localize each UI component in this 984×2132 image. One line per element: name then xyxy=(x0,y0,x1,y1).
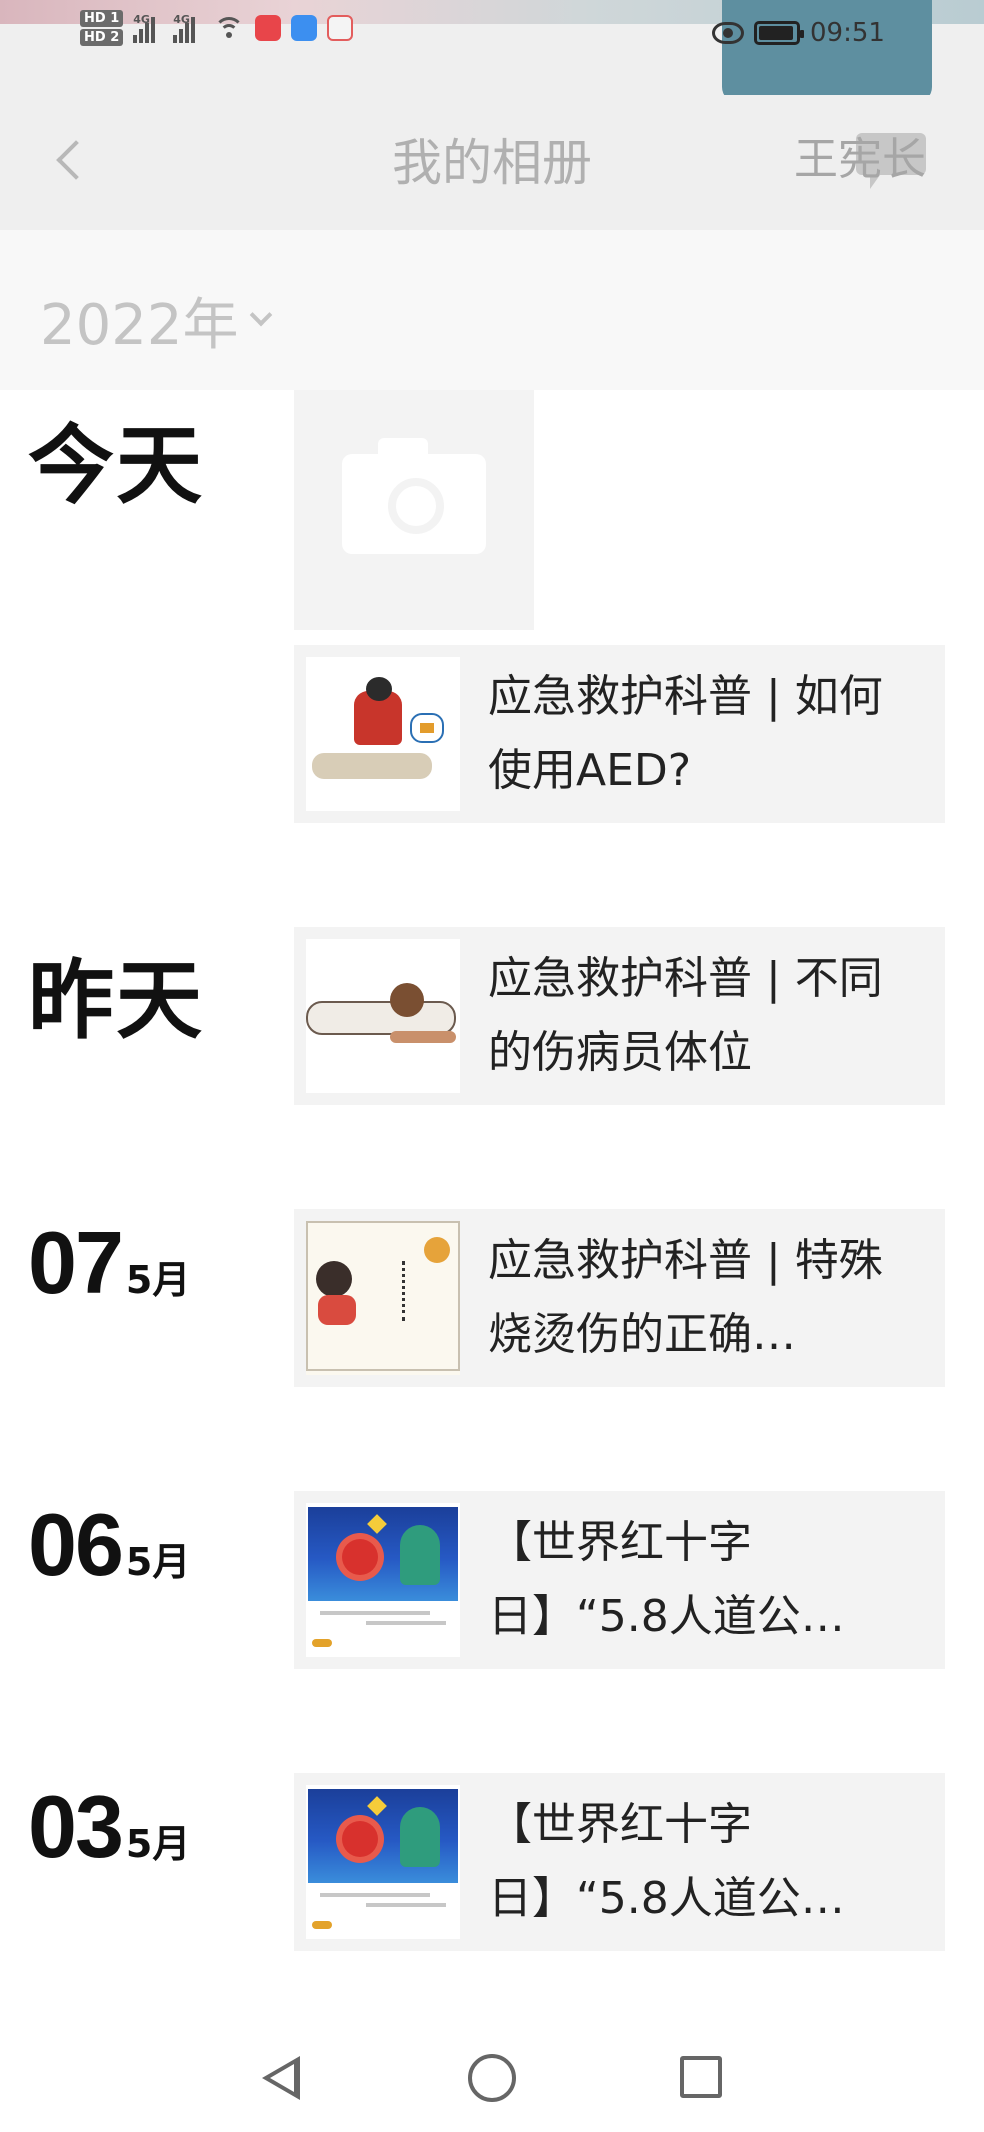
signal-icon: 4G xyxy=(173,13,203,43)
eye-icon xyxy=(712,22,744,44)
date-word: 今天 xyxy=(28,416,204,516)
date-day: 03 xyxy=(28,1777,124,1876)
date-group-0503: 03 5月 xyxy=(28,1776,190,1878)
article-title: 【世界红十字日】“5.8人道公… xyxy=(488,1799,845,1924)
nav-header: 我的相册 王宪长 xyxy=(0,95,984,230)
article-title: 应急救护科普 | 特殊烧烫伤的正确… xyxy=(488,1235,883,1360)
article-card[interactable]: 【世界红十字日】“5.8人道公… xyxy=(294,1773,945,1951)
nav-recent-icon[interactable] xyxy=(680,2056,722,2098)
hd-indicators: HD 1 HD 2 xyxy=(80,10,124,46)
camera-icon xyxy=(342,438,486,554)
year-filter-bar: 2022年 xyxy=(0,230,984,390)
date-day: 07 xyxy=(28,1213,124,1312)
app-notification-icon xyxy=(255,15,282,41)
article-thumbnail xyxy=(306,939,460,1093)
system-navigation-bar xyxy=(0,2020,984,2132)
date-month: 5月 xyxy=(125,1822,191,1866)
owner-name[interactable]: 王宪长 xyxy=(794,123,926,187)
date-group-0506: 06 5月 xyxy=(28,1494,190,1596)
album-screen: HD 1 HD 2 4G 4G 09:51 我的相册 王宪长 2022年 今天 … xyxy=(0,0,984,2132)
date-group-0507: 07 5月 xyxy=(28,1212,190,1314)
hd1-badge: HD 1 xyxy=(80,10,124,27)
status-widget-background xyxy=(722,0,932,103)
article-card[interactable]: 应急救护科普 | 特殊烧烫伤的正确… xyxy=(294,1209,945,1387)
article-thumbnail xyxy=(306,1503,460,1657)
year-label: 2022年 xyxy=(40,293,239,358)
nav-home-icon[interactable] xyxy=(468,2054,516,2102)
article-thumbnail xyxy=(306,1221,460,1375)
camera-upload-tile[interactable] xyxy=(294,390,534,630)
article-card[interactable]: 应急救护科普 | 不同的伤病员体位 xyxy=(294,927,945,1105)
network-type-1: 4G xyxy=(133,13,150,26)
date-month: 5月 xyxy=(125,1540,191,1584)
hd2-badge: HD 2 xyxy=(80,29,124,46)
nav-back-icon[interactable] xyxy=(262,2056,300,2100)
signal-icon: 4G xyxy=(133,13,163,43)
battery-icon xyxy=(754,21,804,45)
date-day: 06 xyxy=(28,1495,124,1594)
year-selector[interactable]: 2022年 xyxy=(40,280,272,361)
date-word: 昨天 xyxy=(28,951,204,1051)
date-month: 5月 xyxy=(125,1258,191,1302)
status-bar: HD 1 HD 2 4G 4G 09:51 xyxy=(0,0,984,103)
article-card[interactable]: 【世界红十字日】“5.8人道公… xyxy=(294,1491,945,1669)
date-group-yesterday: 昨天 xyxy=(28,930,204,1055)
article-thumbnail xyxy=(306,1785,460,1939)
article-thumbnail xyxy=(306,657,460,811)
article-title: 【世界红十字日】“5.8人道公… xyxy=(488,1517,845,1642)
status-left: HD 1 HD 2 4G 4G xyxy=(80,10,354,46)
message-icon xyxy=(327,15,354,41)
article-title: 应急救护科普 | 不同的伤病员体位 xyxy=(488,953,883,1078)
cloud-icon xyxy=(291,15,318,41)
date-group-today: 今天 xyxy=(28,395,204,520)
status-right: 09:51 xyxy=(712,18,885,48)
network-type-2: 4G xyxy=(173,13,190,26)
wifi-icon xyxy=(213,15,245,41)
article-card[interactable]: 应急救护科普 | 如何使用AED? xyxy=(294,645,945,823)
status-time: 09:51 xyxy=(810,18,885,48)
chevron-down-icon xyxy=(249,303,272,326)
article-title: 应急救护科普 | 如何使用AED? xyxy=(488,671,883,796)
